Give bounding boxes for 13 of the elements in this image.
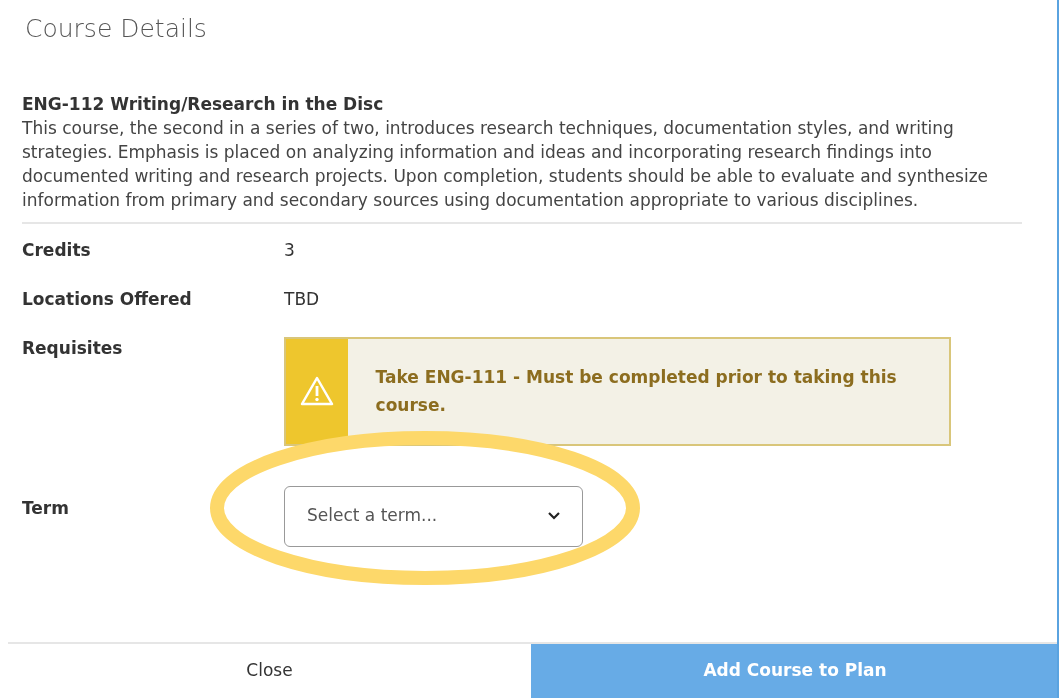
dialog-title: Course Details [25, 13, 207, 45]
term-select[interactable]: Select a term... [284, 485, 583, 547]
course-title: ENG-112 Writing/Research in the Disc [22, 92, 384, 116]
field-label: Credits [22, 238, 92, 262]
field-value: TBD [284, 287, 320, 311]
field-label: Locations Offered [22, 287, 193, 311]
chevron-down-icon [548, 512, 560, 520]
course-description: This course, the second in a series of two, introduces research techniques, documentation styles, and writing strategies. Emphasis is placed on analyzing information and ideas and incorporating research findings into documented writing and research projects. Upon completion, students should be able to evaluate and synthesize information from primary and secondary sources using documentation appropriate to various disciplines. [22, 116, 990, 212]
field-label: Requisites [22, 336, 124, 360]
warning-icon [299, 376, 334, 406]
field-value: 3 [284, 238, 295, 262]
field-label: Term [22, 496, 70, 520]
alert-message: Take ENG-111 - Must be completed prior to taking this course. [375, 366, 898, 417]
